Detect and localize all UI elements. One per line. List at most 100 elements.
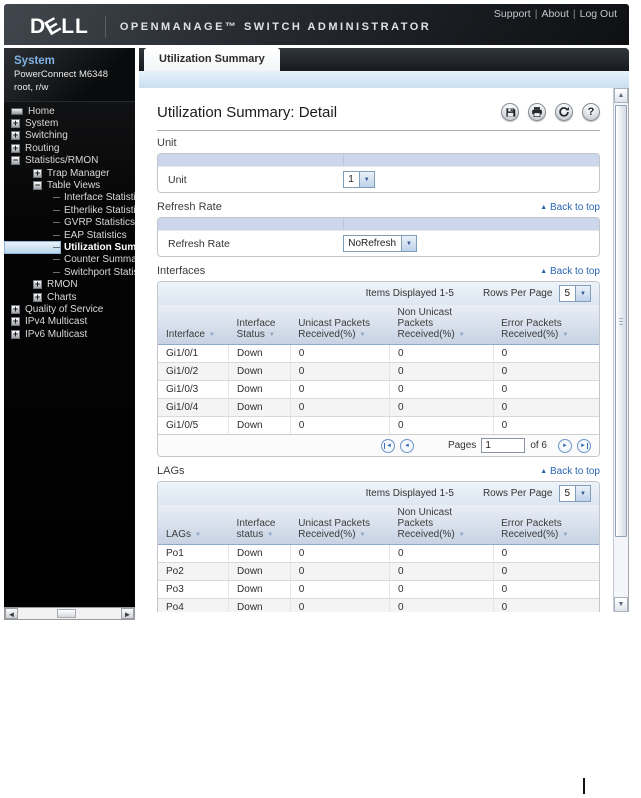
about-link[interactable]: About (541, 8, 568, 20)
logout-link[interactable]: Log Out (580, 8, 617, 20)
table-row: Gi1/0/2 Down 0 0 0 (158, 362, 599, 381)
unit-row-label: Unit (168, 173, 187, 186)
table-header-row: Interface ▼ Interface Status ▼ Unicast Packe… (158, 305, 599, 345)
page-background: Support | About | Log Out DELL OPENMANAGE™ S… (0, 0, 641, 798)
sidebar-item-trap-manager[interactable]: + Trap Manager (4, 167, 135, 179)
scroll-right-icon[interactable]: ► (121, 608, 134, 619)
column-header[interactable]: Error Packets Received(%) ▼ (493, 305, 599, 345)
table-cell: Down (228, 598, 291, 612)
column-header-label: Error Packets Received(%) (501, 518, 562, 540)
column-header-label: Error Packets Received(%) (501, 318, 562, 340)
prev-page-button[interactable]: ◄ (399, 438, 414, 453)
back-to-top-link[interactable]: ▲ Back to top (540, 266, 600, 277)
items-displayed: Items Displayed 1-5 (365, 288, 454, 299)
tab-utilization-summary[interactable]: Utilization Summary (144, 48, 280, 71)
collapse-minus-icon[interactable]: − (33, 181, 42, 191)
print-button[interactable] (528, 103, 546, 121)
support-link[interactable]: Support (494, 8, 531, 20)
column-header[interactable]: Interface status ▼ (228, 505, 291, 545)
expand-plus-icon[interactable]: + (33, 168, 42, 178)
expand-plus-icon[interactable]: + (33, 280, 42, 290)
last-page-button[interactable]: ► (577, 438, 591, 453)
table-cell: 0 (289, 562, 390, 581)
expand-plus-icon[interactable]: + (11, 304, 20, 314)
content: Utilization Summary: Detail ? Unit Unit … (139, 88, 613, 612)
refresh-rate-select[interactable]: NoRefresh ▼ (343, 235, 418, 252)
refresh-rate-row: Refresh Rate NoRefresh ▼ (158, 231, 599, 256)
sidebar-item-ipv4-multicast[interactable]: + IPv4 Multicast (4, 316, 135, 328)
page-number-input[interactable] (481, 438, 526, 453)
expand-plus-icon[interactable]: + (11, 119, 20, 129)
rows-per-page-select[interactable]: 5 ▼ (559, 485, 591, 502)
save-icon (505, 107, 515, 117)
sidebar-item-routing[interactable]: + Routing (4, 142, 135, 154)
tree-branch-line (53, 234, 60, 236)
sidebar-item-system[interactable]: + System (4, 117, 135, 129)
sidebar-horizontal-scrollbar[interactable]: ◄ ► (4, 607, 135, 620)
first-page-button[interactable]: ◄ (380, 438, 395, 453)
table-cell: 0 (389, 380, 494, 399)
column-header[interactable]: Non Unicast Packets Received(%) ▼ (389, 305, 494, 345)
content-vertical-scrollbar[interactable]: ▲ ▼ (613, 88, 628, 612)
rows-per-page-select[interactable]: 5 ▼ (559, 285, 591, 302)
scrollbar-thumb[interactable] (57, 609, 76, 618)
column-header[interactable]: Non Unicast Packets Received(%) ▼ (389, 505, 494, 545)
table-cell: 0 (389, 344, 494, 363)
expand-plus-icon[interactable]: + (11, 329, 20, 339)
help-button[interactable]: ? (582, 103, 600, 121)
scroll-up-icon[interactable]: ▲ (614, 88, 628, 103)
sidebar-item-home[interactable]: Home (4, 105, 135, 117)
tree-branch-line (53, 271, 60, 273)
unit-select-value: 1 (348, 174, 354, 185)
back-to-top-link[interactable]: ▲ Back to top (540, 202, 600, 213)
expand-plus-icon[interactable]: + (11, 317, 20, 327)
sidebar-item-table-views[interactable]: − Table Views (4, 179, 135, 191)
refresh-button[interactable] (555, 103, 573, 121)
rows-per-page-value: 5 (564, 288, 570, 299)
collapse-minus-icon[interactable]: − (11, 156, 20, 166)
unit-select[interactable]: 1 ▼ (343, 171, 375, 188)
sidebar-item-eap-statistics[interactable]: EAP Statistics (4, 229, 135, 241)
rows-per-page-label: Rows Per Page (482, 288, 553, 299)
column-header[interactable]: LAGs ▼ (158, 505, 229, 545)
column-header[interactable]: Unicast Packets Received(%) ▼ (290, 305, 390, 345)
sidebar-item-charts[interactable]: + Charts (4, 291, 135, 303)
scrollbar-track[interactable] (18, 608, 121, 619)
sidebar-item-gvrp-statistics[interactable]: GVRP Statistics (4, 217, 135, 229)
column-header[interactable]: Interface ▼ (158, 305, 229, 345)
rows-per-page-value: 5 (564, 488, 570, 499)
sidebar-item-label: Etherlike Statistics (64, 204, 135, 216)
column-header[interactable]: Interface Status ▼ (228, 305, 291, 345)
system-label: System (14, 55, 55, 67)
table-cell: 0 (289, 416, 390, 435)
scroll-left-icon[interactable]: ◄ (5, 608, 18, 619)
sidebar-item-label: Statistics/RMON (25, 155, 99, 167)
sidebar-item-label: Routing (25, 142, 60, 154)
dell-logo: DELL (30, 12, 89, 41)
scrollbar-thumb[interactable] (615, 105, 627, 537)
sidebar-item-utilization-summary[interactable]: Utilization Summary (4, 241, 135, 254)
table-cell: 0 (289, 344, 390, 363)
sidebar-item-quality-of-service[interactable]: + Quality of Service (4, 303, 135, 315)
next-page-button[interactable]: ► (558, 438, 572, 453)
link-separator: | (534, 8, 538, 20)
sidebar-item-switching[interactable]: + Switching (4, 130, 135, 142)
sidebar-item-etherlike-statistics[interactable]: Etherlike Statistics (4, 204, 135, 216)
save-button[interactable] (501, 103, 519, 121)
interfaces-table: Interface ▼ Interface Status ▼ Unicast Packe… (158, 305, 599, 435)
sidebar-item-ipv6-multicast[interactable]: + IPv6 Multicast (4, 328, 135, 340)
table-cell: 0 (492, 362, 599, 381)
sidebar-item-rmon[interactable]: + RMON (4, 278, 135, 290)
column-header[interactable]: Unicast Packets Received(%) ▼ (290, 505, 390, 545)
sidebar-item-statistics-rmon[interactable]: − Statistics/RMON (4, 155, 135, 167)
expand-plus-icon[interactable]: + (11, 131, 20, 141)
expand-plus-icon[interactable]: + (33, 292, 42, 302)
back-to-top-link[interactable]: ▲ Back to top (540, 466, 600, 477)
scroll-down-icon[interactable]: ▼ (614, 597, 628, 612)
expand-plus-icon[interactable]: + (11, 143, 20, 153)
sidebar-item-counter-summary[interactable]: Counter Summary (4, 254, 135, 266)
column-header-label: Non Unicast Packets Received(%) (397, 507, 455, 540)
sidebar-item-switchport-statistics[interactable]: Switchport Statistics (4, 266, 135, 278)
column-header[interactable]: Error Packets Received(%) ▼ (493, 505, 599, 545)
sidebar-item-interface-statistics[interactable]: Interface Statistics (4, 192, 135, 204)
